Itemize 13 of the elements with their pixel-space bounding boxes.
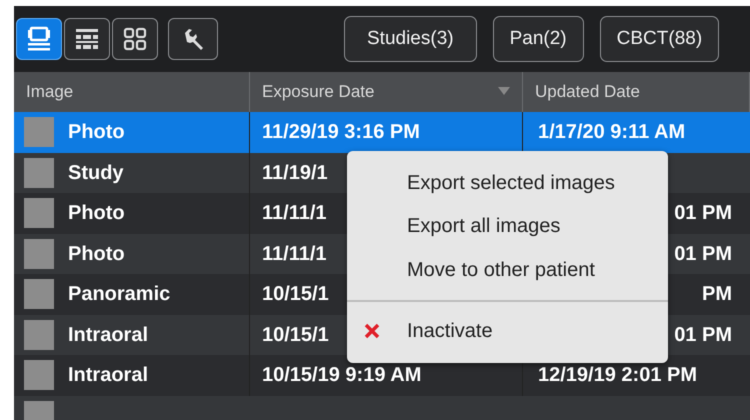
- table-cell-text: 12/19/19 2:01 PM: [538, 363, 697, 388]
- table-cell-text: PM: [702, 282, 732, 308]
- table-cell-text: 01 PM: [674, 201, 732, 226]
- table-cell-text: Intraoral: [68, 322, 148, 348]
- table-cell-text: 01 PM: [674, 242, 732, 267]
- table-cell-text: Photo: [68, 120, 125, 146]
- table-cell-text: Study: [68, 160, 124, 186]
- table-cell-text: 1/17/20 9:11 AM: [538, 120, 686, 146]
- table-cell-text: Panoramic: [68, 282, 170, 308]
- table-cell-text: 01 PM: [674, 322, 732, 348]
- table-cell-text: Intraoral: [68, 363, 148, 388]
- table-cell-text: Photo: [68, 242, 125, 267]
- table-cell-text: Photo: [68, 201, 125, 226]
